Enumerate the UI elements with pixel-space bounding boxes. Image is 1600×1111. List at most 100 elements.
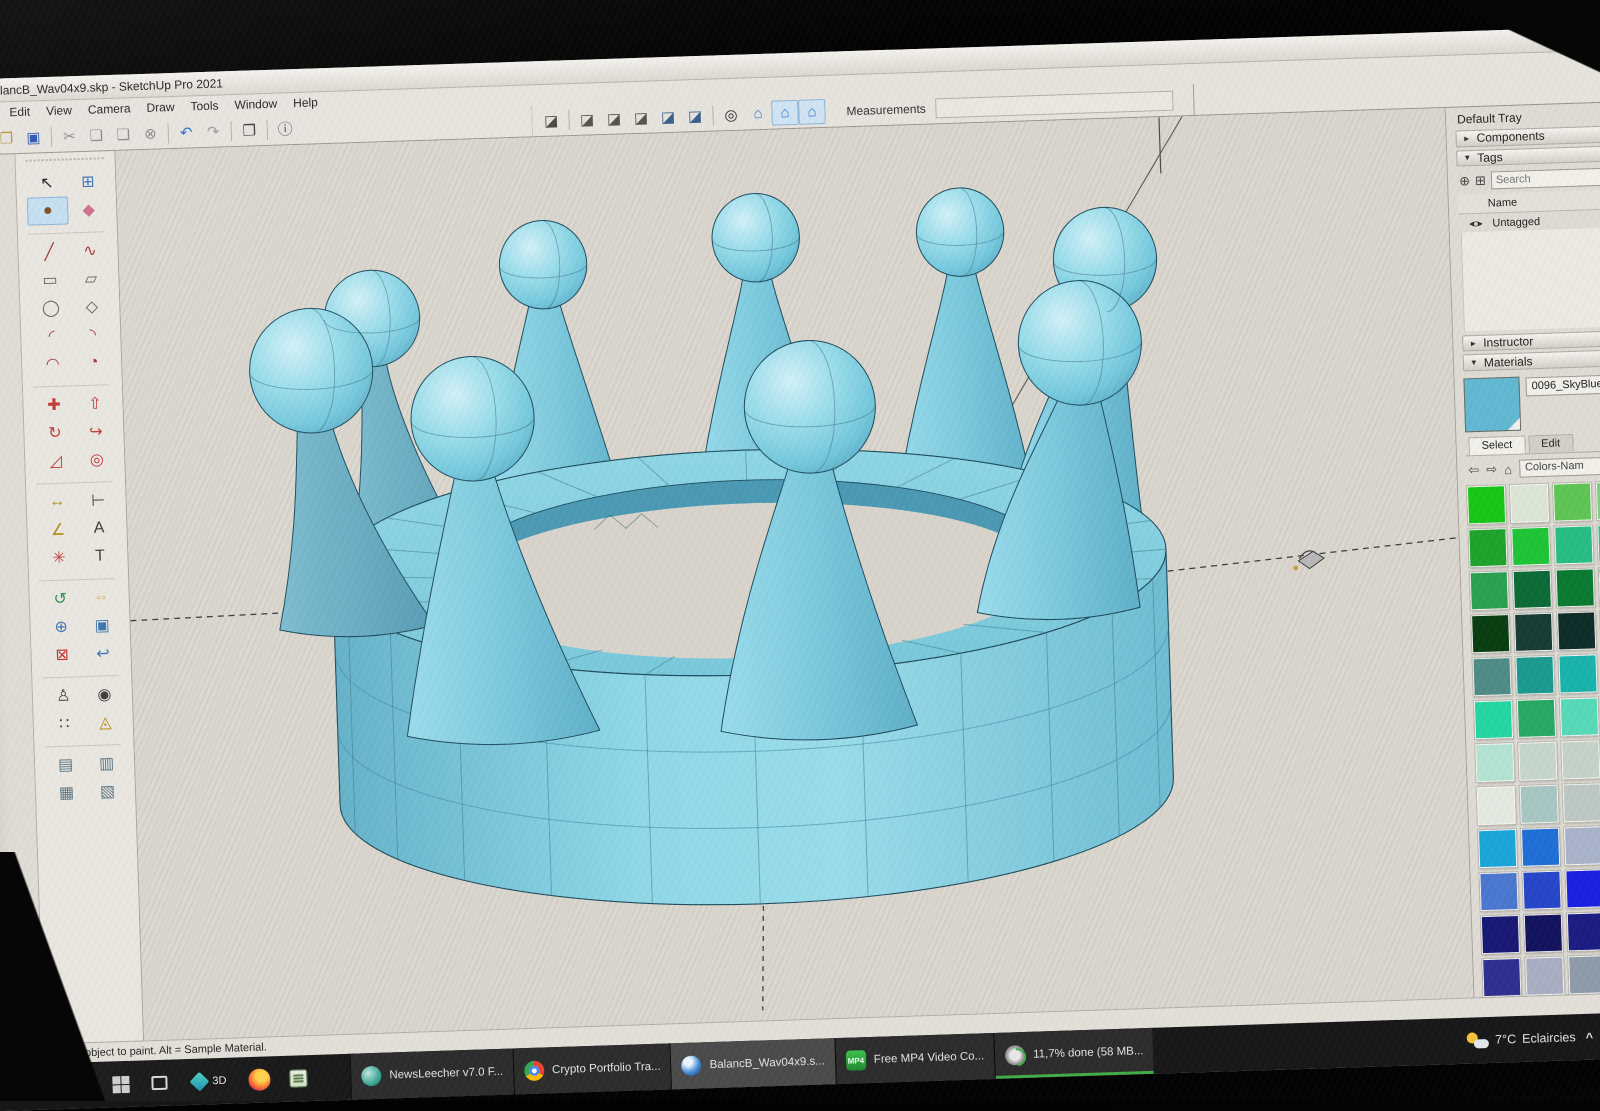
color-swatch[interactable] [1513,570,1552,609]
open-button[interactable]: ❐ [0,125,20,151]
section-display-toggle-tool[interactable]: ▤ [45,750,87,779]
walk-tool[interactable]: ∷ [43,709,85,738]
paint-bucket-tool[interactable]: ● [27,196,69,225]
color-swatch[interactable] [1565,869,1600,908]
taskbar-button-newsleecher[interactable]: NewsLeecher v7.0 F... [350,1049,514,1100]
color-swatch[interactable] [1467,485,1506,524]
section-outline-toggle-tool[interactable]: ▧ [87,777,129,806]
model-viewport[interactable] [115,108,1473,1040]
style-textured-button[interactable]: ⌂ [798,99,826,125]
taskbar-button-mp4[interactable]: MP4Free MP4 Video Co... [834,1033,995,1084]
measurements-input[interactable] [935,90,1174,118]
notes-app-button[interactable] [283,1061,314,1096]
color-swatch[interactable] [1511,527,1550,566]
text-tool[interactable]: A [78,514,120,543]
view-top-button[interactable]: ◪ [573,106,601,132]
color-swatch[interactable] [1517,699,1556,738]
line-tool[interactable]: ╱ [28,237,70,266]
cut-button[interactable]: ✂ [55,123,83,149]
color-swatch[interactable] [1554,525,1593,564]
view-back-button[interactable]: ◪ [654,104,682,130]
scale-tool[interactable]: ◿ [35,446,77,475]
visibility-eye-icon[interactable] [1468,219,1483,229]
color-swatch[interactable] [1510,484,1549,523]
color-swatch[interactable] [1568,955,1600,994]
3d-text-tool[interactable]: T [79,542,121,571]
zoom-tool[interactable]: ⊕ [40,612,82,641]
color-swatch[interactable] [1477,786,1516,825]
three-point-arc-tool[interactable]: ◠ [32,349,74,378]
tags-search-input[interactable] [1491,168,1600,190]
pie-tool[interactable]: ◔ [73,348,115,377]
color-swatch[interactable] [1557,611,1596,650]
color-swatch[interactable] [1474,700,1513,739]
materials-section-header[interactable]: ▼ Materials [1463,348,1600,372]
tape-measure-tool[interactable]: ↔ [36,487,78,516]
menu-help[interactable]: Help [285,94,326,111]
dimension-tool[interactable]: ⊢ [77,486,119,515]
model-info-button[interactable]: ⓘ [271,116,299,142]
palette-drag-handle[interactable] [26,157,104,167]
color-swatch[interactable] [1553,482,1592,521]
color-swatch[interactable] [1472,657,1511,696]
move-tool[interactable]: ✚ [33,390,75,419]
color-swatch[interactable] [1468,528,1507,567]
color-swatch[interactable] [1475,743,1514,782]
eraser-tool[interactable]: ◆ [68,195,110,224]
view-iso-button[interactable]: ◪ [537,107,565,133]
previous-tool[interactable]: ↩ [82,639,124,668]
color-swatch[interactable] [1564,826,1600,865]
view-left-button[interactable]: ◪ [681,103,709,129]
erase-button[interactable]: ⊗ [136,120,164,146]
home-icon[interactable]: ⌂ [1504,461,1512,476]
copy-button[interactable]: ❏ [82,122,110,148]
follow-me-tool[interactable]: ↪ [75,417,117,446]
color-swatch[interactable] [1520,785,1559,824]
color-swatch[interactable] [1524,914,1563,953]
color-swatch[interactable] [1515,656,1554,695]
tab-select[interactable]: Select [1468,436,1525,456]
color-swatch[interactable] [1561,740,1600,779]
taskbar-button-chrome[interactable]: Crypto Portfolio Tra... [512,1043,671,1094]
weather-widget[interactable]: 7°C Eclaircies [1467,1029,1576,1048]
menu-edit[interactable]: Edit [1,103,38,120]
color-swatch[interactable] [1525,957,1564,996]
color-swatch[interactable] [1563,783,1600,822]
menu-window[interactable]: Window [226,95,285,113]
freehand-tool[interactable]: ∿ [69,236,111,265]
instructor-section-header[interactable]: ► Instructor [1462,328,1600,352]
orbit-tool[interactable]: ↺ [39,584,81,613]
menu-camera[interactable]: Camera [80,100,139,118]
collection-dropdown[interactable]: Colors-Nam ▾ [1519,457,1600,478]
color-swatch[interactable] [1518,742,1557,781]
color-swatch[interactable] [1481,915,1520,954]
select-tool[interactable]: ↖ [26,168,68,197]
zoom-window-tool[interactable]: ▣ [81,611,123,640]
color-swatch[interactable] [1514,613,1553,652]
style-shaded-button[interactable]: ⌂ [771,100,799,126]
task-view-button[interactable] [144,1065,175,1100]
color-swatch[interactable] [1567,912,1600,951]
active-material-name[interactable]: 0096_SkyBlue [1525,372,1600,396]
color-swatch[interactable] [1479,872,1518,911]
back-arrow-icon[interactable]: ⇦ [1468,462,1479,478]
two-point-arc-tool[interactable]: ◝ [72,320,114,349]
print-button[interactable]: ❒ [235,117,263,143]
taskbar-button-sketchup[interactable]: BalancB_Wav04x9.s... [670,1038,836,1089]
protractor-tool[interactable]: ∠ [37,515,79,544]
menu-tools[interactable]: Tools [182,97,227,114]
navigation-compass-button[interactable]: ◎ [717,102,745,128]
color-swatch[interactable] [1522,871,1561,910]
undo-button[interactable]: ↶ [172,119,200,145]
color-swatch[interactable] [1521,828,1560,867]
rotated-rectangle-tool[interactable]: ▱ [70,264,112,293]
add-tag-icon[interactable]: ⊕ [1459,173,1470,189]
section-cut-toggle-tool[interactable]: ▥ [86,749,128,778]
pan-tool[interactable]: ⇔ [80,583,122,612]
view-front-button[interactable]: ◪ [600,105,628,131]
forward-arrow-icon[interactable]: ⇨ [1486,461,1497,477]
add-tag-folder-icon[interactable]: ⊞ [1475,173,1486,189]
position-camera-tool[interactable]: ♙ [42,681,84,710]
look-around-tool[interactable]: ◉ [83,680,125,709]
menu-draw[interactable]: Draw [138,99,183,116]
